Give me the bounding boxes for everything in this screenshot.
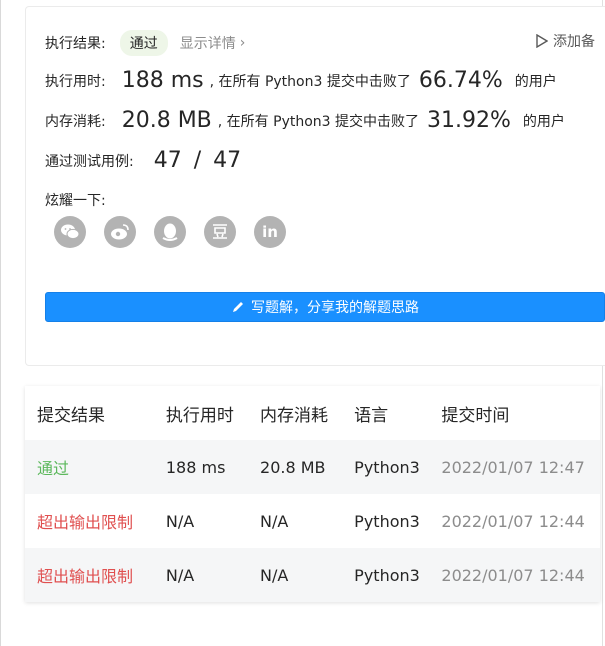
linkedin-icon[interactable]: in xyxy=(254,216,286,248)
memory-row: 内存消耗: 20.8 MB , 在所有 Python3 提交中击败了 31.92… xyxy=(45,108,565,133)
show-details-link[interactable]: 显示详情 xyxy=(180,33,236,53)
chevron-right-icon[interactable]: › xyxy=(240,35,246,51)
row-language: Python3 xyxy=(354,457,420,477)
row-runtime: 188 ms xyxy=(165,457,226,477)
row-memory: N/A xyxy=(260,511,289,531)
row-time: 2022/01/07 12:44 xyxy=(441,511,585,531)
row-language: Python3 xyxy=(354,511,420,531)
testcases-label: 通过测试用例: xyxy=(45,153,134,170)
memory-suffix: 的用户 xyxy=(522,113,565,130)
row-result[interactable]: 超出输出限制 xyxy=(25,509,166,533)
row-language: Python3 xyxy=(354,565,420,585)
flag-icon xyxy=(536,34,548,48)
row-runtime: N/A xyxy=(165,511,195,531)
row-memory: N/A xyxy=(260,565,289,585)
result-row: 执行结果: 通过 显示详情 › xyxy=(45,30,245,56)
runtime-suffix: 的用户 xyxy=(514,73,557,90)
header-time: 提交时间 xyxy=(441,405,510,426)
write-solution-label: 写题解，分享我的解题思路 xyxy=(251,300,419,316)
share-row: 炫耀一下: xyxy=(45,190,106,210)
memory-value: 20.8 MB xyxy=(121,108,212,133)
testcases-passed: 47 xyxy=(153,148,182,173)
testcases-row: 通过测试用例: 47 / 47 xyxy=(45,148,241,173)
row-result[interactable]: 超出输出限制 xyxy=(25,563,166,587)
add-note-button[interactable]: 添加备 xyxy=(536,31,595,51)
left-divider xyxy=(0,0,1,646)
header-result: 提交结果 xyxy=(37,405,105,426)
result-label: 执行结果: xyxy=(45,36,106,52)
runtime-value: 188 ms xyxy=(121,68,204,93)
table-row[interactable]: 超出输出限制 N/A N/A Python3 2022/01/07 12:44 xyxy=(25,494,600,548)
memory-label: 内存消耗: xyxy=(45,113,106,130)
testcases-separator: / xyxy=(193,148,202,173)
memory-text: , 在所有 Python3 提交中击败了 xyxy=(217,113,420,130)
row-memory: 20.8 MB xyxy=(260,457,326,477)
header-runtime: 执行用时 xyxy=(165,405,234,426)
douban-icon[interactable] xyxy=(204,216,236,248)
qq-icon[interactable] xyxy=(154,216,186,248)
memory-percent: 31.92% xyxy=(427,108,511,133)
submissions-table: 提交结果 执行用时 内存消耗 语言 提交时间 通过 188 ms 20.8 MB… xyxy=(25,386,600,602)
wechat-icon[interactable] xyxy=(54,216,86,248)
table-row[interactable]: 通过 188 ms 20.8 MB Python3 2022/01/07 12:… xyxy=(25,440,600,494)
header-memory: 内存消耗 xyxy=(260,405,329,426)
table-header: 提交结果 执行用时 内存消耗 语言 提交时间 xyxy=(25,386,600,440)
write-solution-button[interactable]: 写题解，分享我的解题思路 xyxy=(45,292,605,322)
runtime-row: 执行用时: 188 ms , 在所有 Python3 提交中击败了 66.74%… xyxy=(45,68,557,93)
pencil-icon xyxy=(233,302,243,312)
add-note-label: 添加备 xyxy=(553,34,595,50)
runtime-text: , 在所有 Python3 提交中击败了 xyxy=(209,73,411,90)
testcases-total: 47 xyxy=(213,148,242,173)
weibo-icon[interactable] xyxy=(104,216,136,248)
share-label: 炫耀一下: xyxy=(45,193,106,209)
status-badge: 通过 xyxy=(119,30,168,56)
share-icons: in xyxy=(54,216,286,248)
table-row[interactable]: 超出输出限制 N/A N/A Python3 2022/01/07 12:44 xyxy=(25,548,600,602)
row-result[interactable]: 通过 xyxy=(25,455,166,479)
row-time: 2022/01/07 12:47 xyxy=(441,457,585,477)
row-time: 2022/01/07 12:44 xyxy=(441,565,585,585)
header-language: 语言 xyxy=(354,405,389,426)
runtime-percent: 66.74% xyxy=(418,68,503,93)
runtime-label: 执行用时: xyxy=(45,73,106,90)
row-runtime: N/A xyxy=(165,565,195,585)
